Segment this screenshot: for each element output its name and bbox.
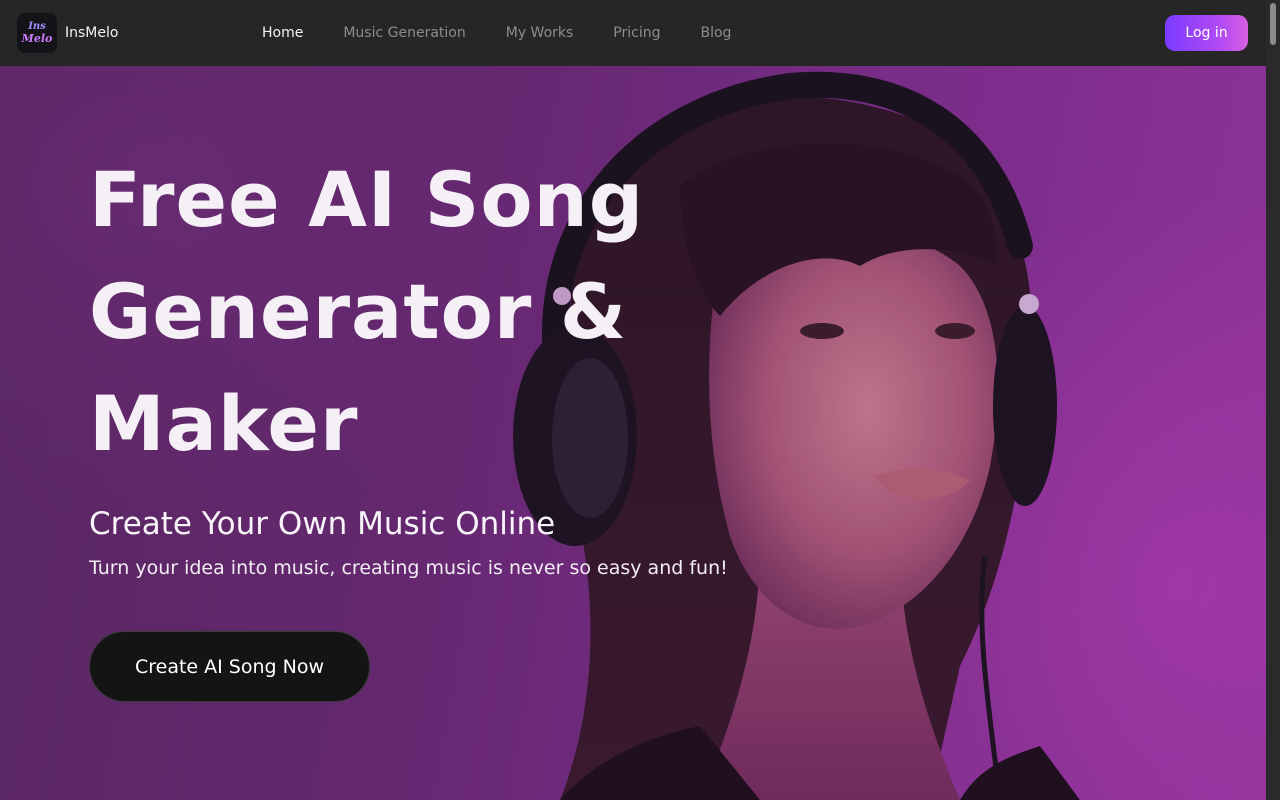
insmelo-logo-icon: Ins Melo: [17, 13, 57, 53]
hero-description: Turn your idea into music, creating musi…: [89, 557, 728, 579]
nav-item-home[interactable]: Home: [262, 25, 303, 41]
nav-item-pricing[interactable]: Pricing: [613, 25, 660, 41]
main-nav: Home Music Generation My Works Pricing B…: [262, 0, 771, 66]
brand-name: InsMelo: [65, 25, 119, 41]
top-navbar: Ins Melo InsMelo Home Music Generation M…: [0, 0, 1266, 66]
page: Ins Melo InsMelo Home Music Generation M…: [0, 0, 1280, 800]
hero-section: Free AI Song Generator & Maker Create Yo…: [0, 66, 1266, 800]
create-ai-song-button[interactable]: Create AI Song Now: [89, 631, 370, 702]
nav-item-my-works[interactable]: My Works: [506, 25, 574, 41]
hero-title-line-2: Generator &: [89, 267, 628, 356]
logo-text-top: Ins: [28, 20, 46, 32]
scrollbar-thumb[interactable]: [1270, 3, 1276, 45]
login-button[interactable]: Log in: [1165, 15, 1248, 51]
hero-title: Free AI Song Generator & Maker: [89, 144, 649, 480]
page-scrollbar[interactable]: [1266, 0, 1280, 800]
nav-item-music-generation[interactable]: Music Generation: [343, 25, 465, 41]
logo-text-bottom: Melo: [21, 31, 53, 45]
hero-title-line-1: Free AI Song: [89, 155, 645, 244]
hero-title-line-3: Maker: [89, 379, 359, 468]
nav-item-blog[interactable]: Blog: [701, 25, 732, 41]
brand-home-link[interactable]: Ins Melo InsMelo: [17, 13, 118, 53]
hero-subtitle: Create Your Own Music Online: [89, 506, 556, 542]
